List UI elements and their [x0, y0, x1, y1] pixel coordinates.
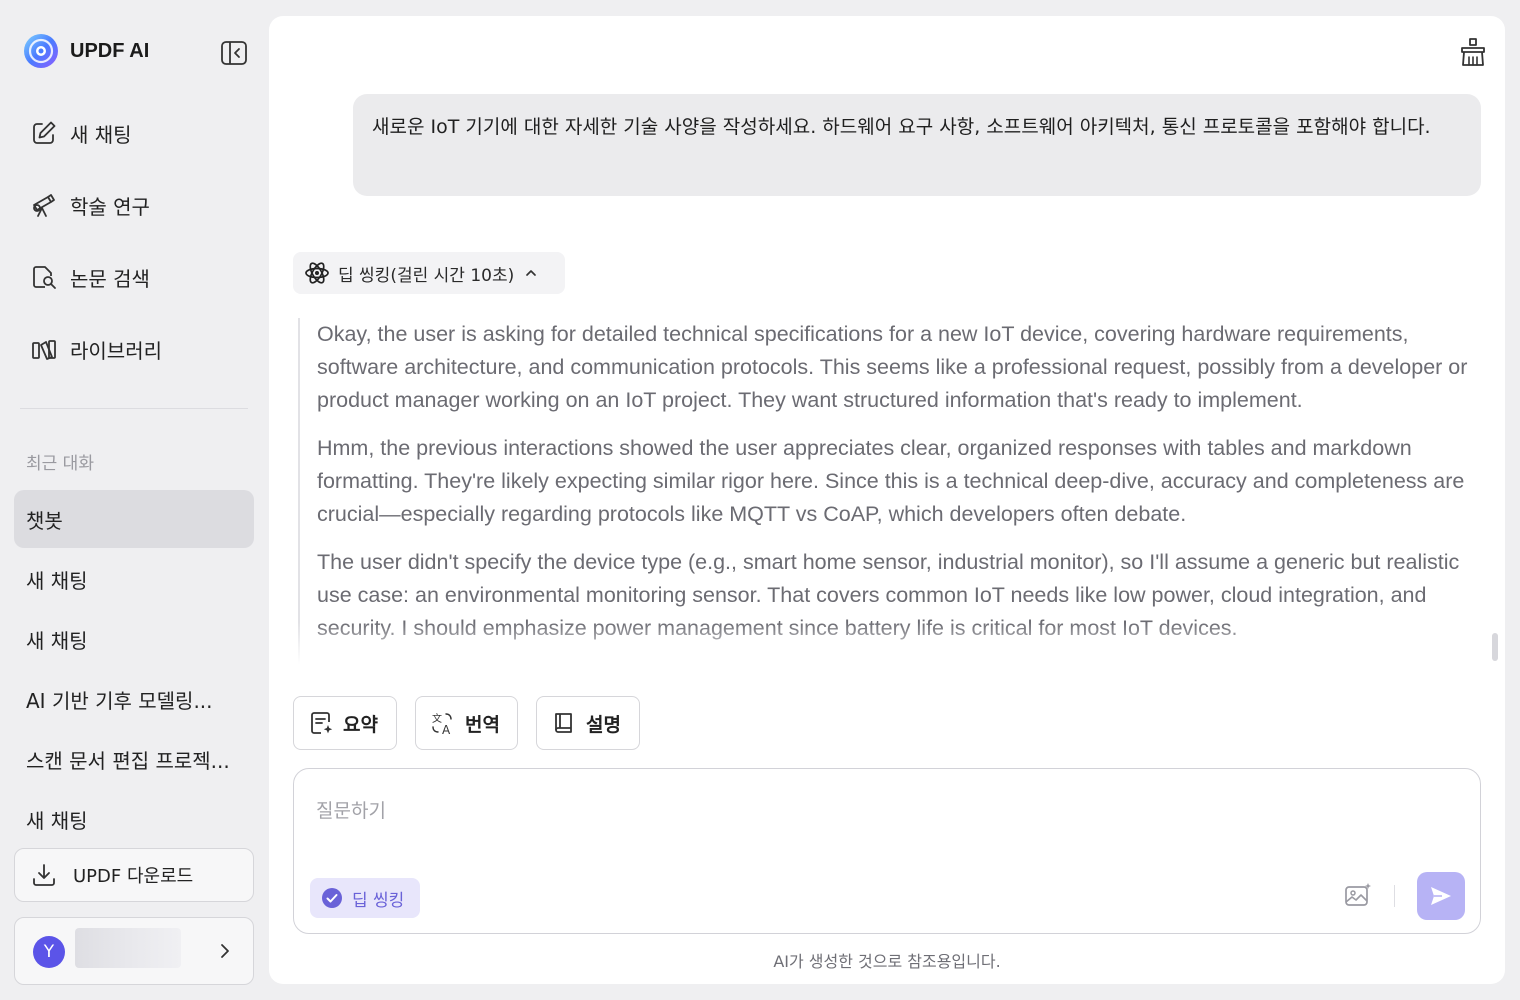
clear-chat-icon[interactable] [1458, 36, 1488, 68]
recent-chat-item[interactable]: 스캔 문서 편집 프로젝... [14, 730, 254, 788]
translate-button[interactable]: 文 A 번역 [415, 696, 518, 750]
download-label: UPDF 다운로드 [73, 866, 194, 887]
image-upload-icon[interactable] [1344, 882, 1372, 908]
brand-name: UPDF AI [70, 39, 150, 62]
library-icon [32, 340, 56, 360]
thinking-paragraph: Hmm, the previous interactions showed th… [317, 436, 1465, 526]
user-message-bubble: 새로운 IoT 기기에 대한 자세한 기술 사양을 작성하세요. 하드웨어 요구… [353, 94, 1481, 196]
chevron-up-icon [526, 270, 537, 276]
translate-label: 번역 [465, 713, 500, 736]
scrollbar-thumb[interactable] [1492, 633, 1498, 661]
avatar: Y [33, 936, 65, 968]
thinking-paragraph: The user didn't specify the device type … [317, 550, 1460, 640]
thinking-content: Okay, the user is asking for detailed te… [298, 318, 1486, 664]
recent-chat-item[interactable]: 챗봇 [14, 490, 254, 548]
sidebar-divider [20, 408, 248, 409]
recent-chat-item[interactable]: 새 채팅 [14, 610, 254, 668]
user-account-button[interactable]: Y [14, 917, 254, 985]
collapse-sidebar-icon[interactable] [220, 40, 248, 66]
telescope-icon [33, 194, 55, 217]
atom-icon [305, 262, 329, 284]
nav-label: 새 채팅 [70, 122, 132, 147]
sidebar: UPDF AI 새 채팅 학술 연구 논문 검색 라이브러리 최근 대화 챗봇 … [0, 0, 268, 1000]
translate-icon: 文 A [432, 712, 452, 736]
recent-chat-item[interactable]: 새 채팅 [14, 550, 254, 608]
deep-thinking-label: 딥 씽킹(걸린 시간 10초) [338, 265, 515, 286]
nav-new-chat[interactable]: 새 채팅 [30, 113, 132, 153]
updf-logo-icon [24, 34, 58, 68]
nav-label: 학술 연구 [70, 194, 150, 219]
recent-chat-item[interactable]: AI 기반 기후 모델링... [14, 670, 254, 728]
composer-separator [1394, 885, 1395, 907]
summarize-icon [311, 712, 333, 734]
nav-library[interactable]: 라이브러리 [30, 329, 162, 369]
book-icon [555, 713, 572, 733]
chat-panel: 새로운 IoT 기기에 대한 자세한 기술 사양을 작성하세요. 하드웨어 요구… [269, 16, 1505, 984]
explain-button[interactable]: 설명 [536, 696, 640, 750]
download-updf-button[interactable]: UPDF 다운로드 [14, 848, 254, 902]
recent-chat-item[interactable]: 새 채팅 [14, 790, 254, 848]
brand: UPDF AI [22, 32, 149, 70]
deep-thinking-switch[interactable]: 딥 씽킹 [310, 878, 420, 918]
check-circle-icon [322, 888, 342, 908]
question-input[interactable] [316, 791, 1446, 831]
chevron-right-icon [221, 944, 229, 958]
composer: 딥 씽킹 [293, 768, 1481, 934]
nav-paper-search[interactable]: 논문 검색 [30, 257, 150, 297]
summarize-label: 요약 [343, 713, 378, 736]
download-icon [33, 864, 55, 886]
send-icon [1431, 887, 1451, 905]
deep-thinking-switch-label: 딥 씽킹 [352, 890, 405, 911]
nav-academic-research[interactable]: 학술 연구 [30, 185, 150, 225]
explain-label: 설명 [586, 713, 621, 736]
nav-label: 논문 검색 [70, 266, 150, 291]
edit-icon [33, 121, 56, 144]
svg-text:文: 文 [432, 712, 442, 725]
thinking-paragraph: Okay, the user is asking for detailed te… [317, 322, 1468, 412]
recent-chats-heading: 최근 대화 [26, 454, 94, 474]
disclaimer-text: AI가 생성한 것으로 참조용입니다. [773, 952, 1001, 971]
doc-search-icon [33, 266, 56, 289]
redacted-username [75, 928, 181, 968]
nav-label: 라이브러리 [70, 338, 162, 363]
svg-text:A: A [442, 723, 451, 736]
deep-thinking-toggle[interactable]: 딥 씽킹(걸린 시간 10초) [293, 252, 565, 294]
send-button[interactable] [1417, 872, 1465, 920]
summarize-button[interactable]: 요약 [293, 696, 397, 750]
